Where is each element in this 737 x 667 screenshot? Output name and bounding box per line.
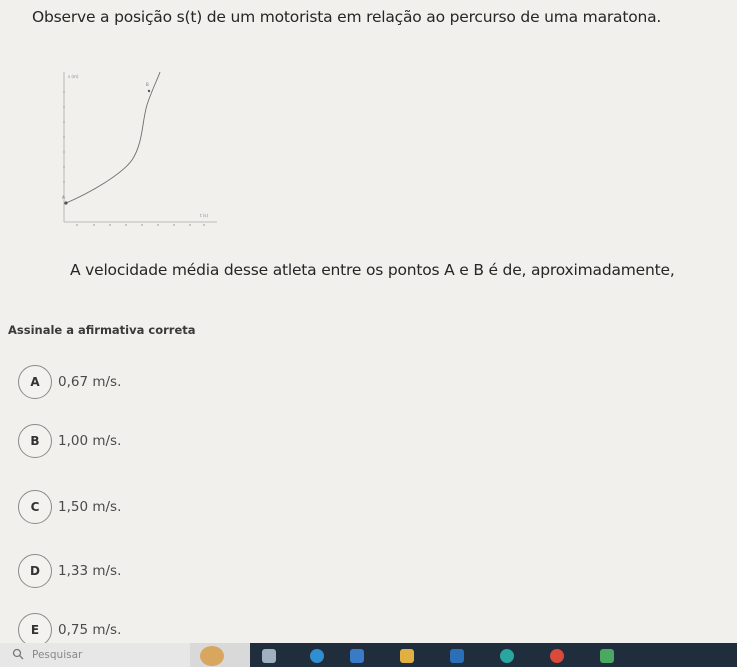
chrome-icon[interactable] — [550, 649, 564, 663]
question-statement: A velocidade média desse atleta entre os… — [70, 261, 675, 279]
option-letter[interactable]: D — [18, 554, 52, 588]
app-icon[interactable] — [600, 649, 614, 663]
option-letter[interactable]: E — [18, 613, 52, 647]
instruction-text: Assinale a afirmativa correta — [8, 323, 196, 337]
option-letter[interactable]: C — [18, 490, 52, 524]
weather-icon[interactable] — [200, 646, 224, 666]
option-d[interactable]: D 1,33 m/s. — [18, 554, 278, 590]
point-a — [64, 201, 68, 205]
y-axis-label: s (m) — [68, 74, 79, 79]
option-letter[interactable]: B — [18, 424, 52, 458]
browser-icon[interactable] — [310, 649, 324, 663]
option-a[interactable]: A 0,67 m/s. — [18, 365, 278, 401]
option-text[interactable]: 1,33 m/s. — [58, 563, 121, 579]
option-text[interactable]: 0,75 m/s. — [58, 622, 121, 638]
point-b-label: B — [146, 82, 149, 87]
store-icon[interactable] — [350, 649, 364, 663]
taskbar: Pesquisar — [0, 643, 737, 667]
taskbar-app-area — [250, 643, 737, 667]
point-a-label: A — [62, 195, 65, 200]
option-text[interactable]: 1,00 m/s. — [58, 433, 121, 449]
option-text[interactable]: 1,50 m/s. — [58, 499, 121, 515]
edge-icon[interactable] — [500, 649, 514, 663]
taskbar-search[interactable]: Pesquisar — [0, 643, 190, 667]
x-axis-label: t (s) — [200, 213, 208, 218]
search-icon — [12, 648, 24, 660]
option-letter[interactable]: A — [18, 365, 52, 399]
folder-icon[interactable] — [400, 649, 414, 663]
option-b[interactable]: B 1,00 m/s. — [18, 424, 278, 460]
position-curve — [63, 71, 161, 205]
task-view-icon[interactable] — [262, 649, 276, 663]
option-c[interactable]: C 1,50 m/s. — [18, 490, 278, 526]
question-text: Observe a posição s(t) de um motorista e… — [32, 8, 662, 26]
position-time-graph: s (m) t (s) A B — [62, 71, 217, 226]
taskbar-search-label: Pesquisar — [32, 649, 83, 661]
option-text[interactable]: 0,67 m/s. — [58, 374, 121, 390]
mail-icon[interactable] — [450, 649, 464, 663]
x-ticks — [76, 224, 205, 226]
point-b — [147, 89, 151, 93]
